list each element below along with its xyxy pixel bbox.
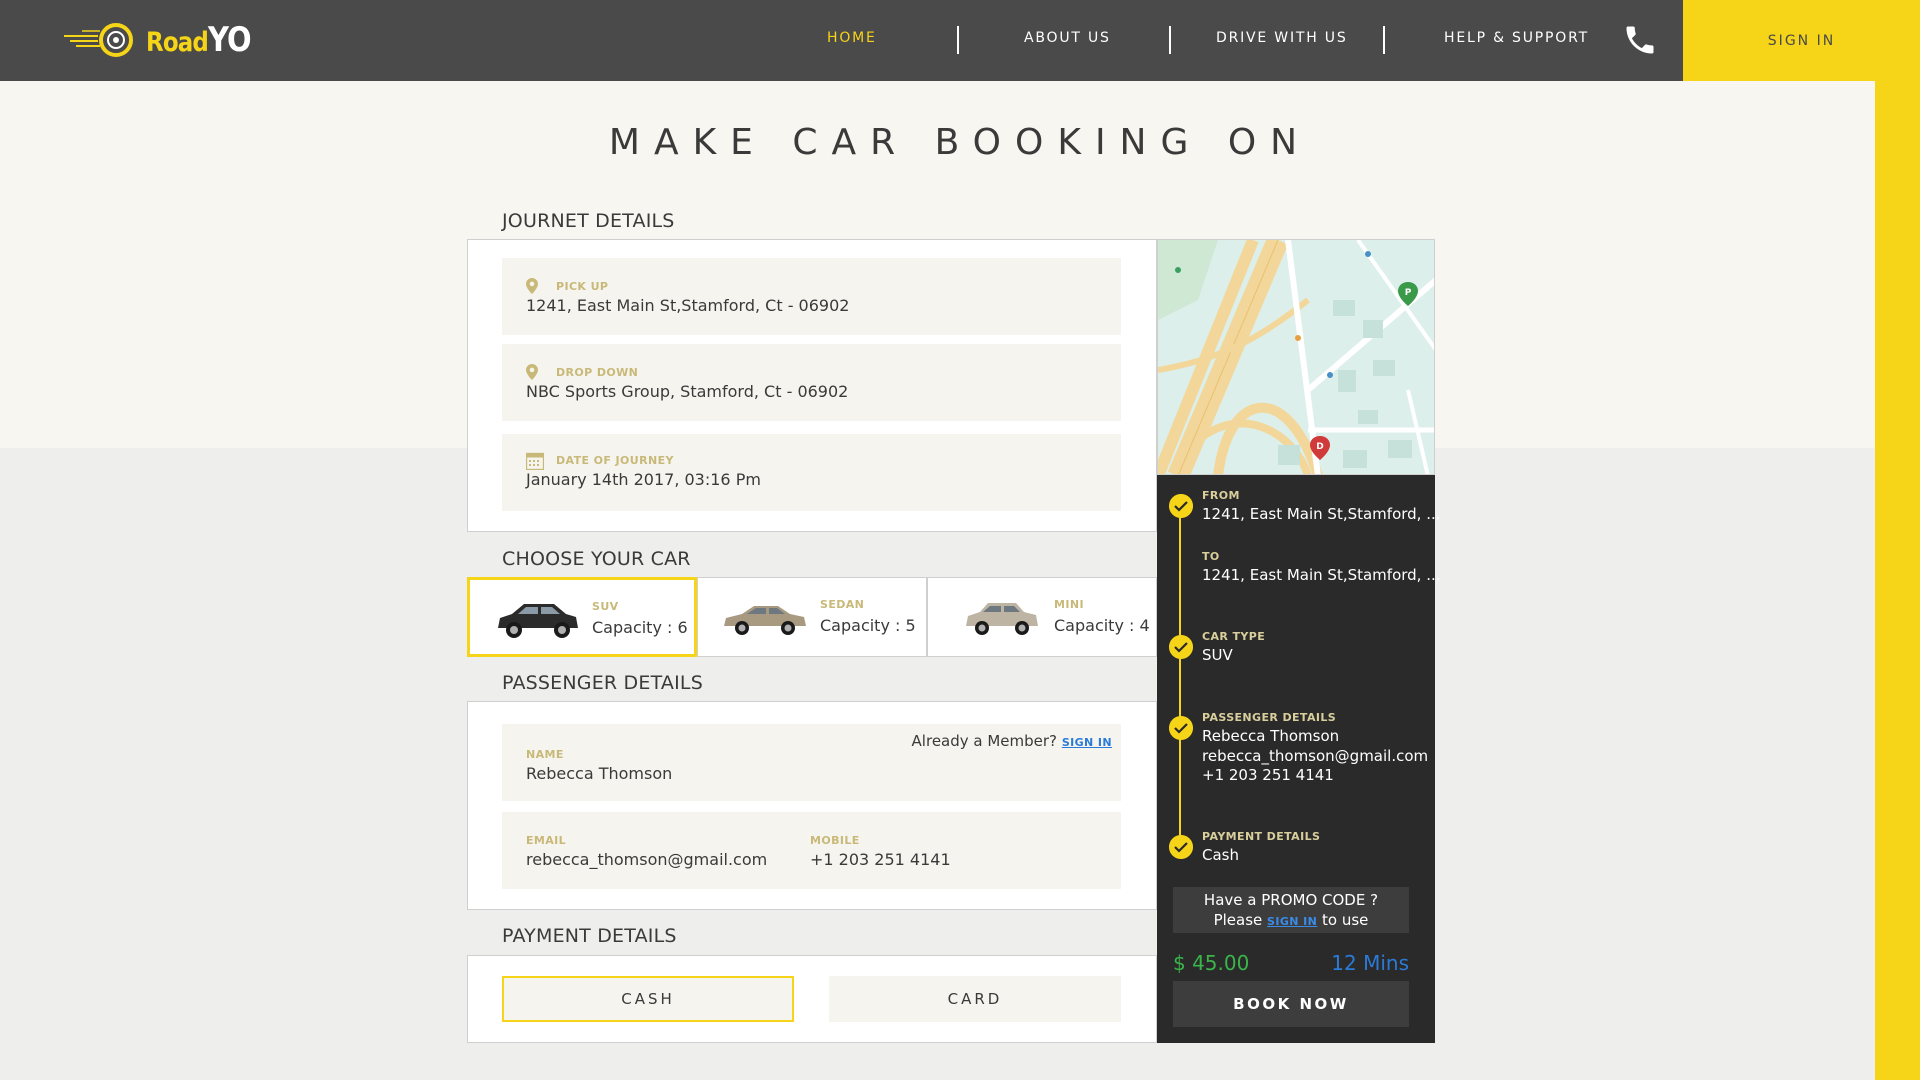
map-start-marker: P	[1405, 288, 1412, 298]
pickup-value[interactable]: 1241, East Main St,Stamford, Ct - 06902	[526, 296, 849, 315]
summary-passenger-label: PASSENGER DETAILS	[1202, 711, 1337, 724]
car-type-sedan: SEDAN	[820, 598, 865, 611]
brand-yo: YO	[207, 20, 252, 60]
date-label: DATE OF JOURNEY	[556, 454, 674, 467]
summary-timeline	[1179, 508, 1181, 850]
date-value[interactable]: January 14th 2017, 03:16 Pm	[526, 470, 761, 489]
summary-payment-value: Cash	[1202, 846, 1239, 864]
promo-please: Please	[1213, 911, 1263, 929]
map-graphic: P D	[1158, 240, 1434, 474]
summary-car-label: CAR TYPE	[1202, 630, 1266, 643]
email-label: EMAIL	[526, 834, 567, 847]
check-icon	[1169, 635, 1193, 659]
car-capacity-sedan: Capacity : 5	[820, 616, 916, 635]
mini-car-icon	[966, 603, 1038, 635]
mobile-value[interactable]: +1 203 251 4141	[810, 850, 951, 869]
eta-time: 12 Mins	[1331, 951, 1409, 975]
summary-payment-label: PAYMENT DETAILS	[1202, 830, 1321, 843]
name-label: NAME	[526, 748, 564, 761]
summary-car-value: SUV	[1202, 646, 1233, 664]
fare-price: $ 45.00	[1173, 951, 1250, 975]
promo-sign-in-link[interactable]: SIGN IN	[1267, 915, 1317, 928]
payment-panel: CASH CARD	[467, 955, 1157, 1043]
promo-line-2: Please SIGN IN to use	[1173, 910, 1409, 932]
brand-wordmark: RoadYO	[146, 20, 252, 60]
wheel-logo-icon	[64, 23, 133, 57]
promo-line-1: Have a PROMO CODE ?	[1203, 891, 1379, 909]
sign-in-button[interactable]: SIGN IN	[1683, 0, 1920, 81]
dropdown-label: DROP DOWN	[556, 366, 639, 379]
car-capacity-suv: Capacity : 6	[592, 618, 688, 637]
nav-divider	[957, 26, 959, 54]
nav-about-us[interactable]: ABOUT US	[1024, 30, 1111, 46]
already-member-label: Already a Member?	[911, 732, 1058, 750]
route-map[interactable]: P D	[1157, 239, 1435, 475]
name-value[interactable]: Rebecca Thomson	[526, 764, 672, 783]
map-end-marker: D	[1316, 442, 1323, 452]
nav-home[interactable]: HOME	[827, 30, 877, 46]
car-capacity-mini: Capacity : 4	[1054, 616, 1150, 635]
calendar-icon	[526, 452, 544, 470]
book-now-button[interactable]: BOOK NOW	[1173, 981, 1409, 1027]
car-type-mini: MINI	[1054, 598, 1084, 611]
brand-road: Road	[146, 27, 209, 58]
name-field[interactable]: NAME Rebecca Thomson Already a Member? S…	[502, 724, 1121, 801]
journey-panel: PICK UP 1241, East Main St,Stamford, Ct …	[467, 239, 1157, 532]
cash-button[interactable]: CASH	[502, 976, 794, 1022]
sedan-car-icon	[724, 606, 806, 635]
dropdown-field[interactable]: DROP DOWN NBC Sports Group, Stamford, Ct…	[502, 344, 1121, 421]
map-pin-icon	[526, 278, 538, 294]
suv-car-icon	[498, 604, 578, 638]
passenger-section-title: PASSENGER DETAILS	[502, 672, 703, 694]
summary-from-label: FROM	[1202, 489, 1240, 502]
nav-drive-with-us[interactable]: DRIVE WITH US	[1216, 30, 1348, 46]
summary-to-value: 1241, East Main St,Stamford, ...	[1202, 566, 1441, 584]
nav-divider	[1383, 26, 1385, 54]
payment-section-title: PAYMENT DETAILS	[502, 925, 677, 947]
phone-icon[interactable]	[1622, 22, 1658, 58]
car-type-suv: SUV	[592, 600, 619, 613]
summary-passenger-email: rebecca_thomson@gmail.com	[1202, 747, 1429, 765]
choose-car-section-title: CHOOSE YOUR CAR	[502, 548, 691, 570]
email-value[interactable]: rebecca_thomson@gmail.com	[526, 850, 767, 869]
car-option-mini[interactable]: MINI Capacity : 4	[927, 577, 1157, 657]
contact-field: EMAIL rebecca_thomson@gmail.com MOBILE +…	[502, 812, 1121, 889]
promo-to-use: to use	[1322, 911, 1369, 929]
date-of-journey-field[interactable]: DATE OF JOURNEY January 14th 2017, 03:16…	[502, 434, 1121, 511]
car-option-sedan[interactable]: SEDAN Capacity : 5	[697, 577, 927, 657]
summary-to-label: TO	[1202, 550, 1220, 563]
journey-section-title: JOURNET DETAILS	[502, 210, 675, 232]
yellow-side-strip	[1875, 81, 1920, 1080]
check-icon	[1169, 716, 1193, 740]
summary-from-value: 1241, East Main St,Stamford, ...	[1202, 505, 1441, 523]
already-member-text: Already a Member? SIGN IN	[912, 732, 1112, 750]
car-options: SUV Capacity : 6 SEDAN Capacity : 5 MINI…	[467, 577, 1157, 657]
car-option-suv[interactable]: SUV Capacity : 6	[467, 577, 697, 657]
page-title: MAKE CAR BOOKING ON	[608, 122, 1312, 163]
dropdown-value[interactable]: NBC Sports Group, Stamford, Ct - 06902	[526, 382, 848, 401]
check-icon	[1169, 835, 1193, 859]
nav-divider	[1169, 26, 1171, 54]
top-navbar: RoadYO HOME ABOUT US DRIVE WITH US HELP …	[0, 0, 1683, 81]
booking-summary: FROM 1241, East Main St,Stamford, ... TO…	[1157, 475, 1441, 1043]
roadyo-logo[interactable]: RoadYO	[64, 18, 269, 62]
summary-passenger-mobile: +1 203 251 4141	[1202, 766, 1334, 784]
check-icon	[1169, 494, 1193, 518]
passenger-sign-in-link[interactable]: SIGN IN	[1062, 736, 1112, 749]
nav-help-support[interactable]: HELP & SUPPORT	[1444, 30, 1589, 46]
card-button[interactable]: CARD	[829, 976, 1121, 1022]
passenger-panel: NAME Rebecca Thomson Already a Member? S…	[467, 701, 1157, 910]
pickup-field[interactable]: PICK UP 1241, East Main St,Stamford, Ct …	[502, 258, 1121, 335]
pickup-label: PICK UP	[556, 280, 609, 293]
map-pin-icon	[526, 364, 538, 380]
promo-code-box: Have a PROMO CODE ? Please SIGN IN to us…	[1173, 887, 1409, 933]
mobile-label: MOBILE	[810, 834, 860, 847]
summary-passenger-name: Rebecca Thomson	[1202, 727, 1340, 745]
